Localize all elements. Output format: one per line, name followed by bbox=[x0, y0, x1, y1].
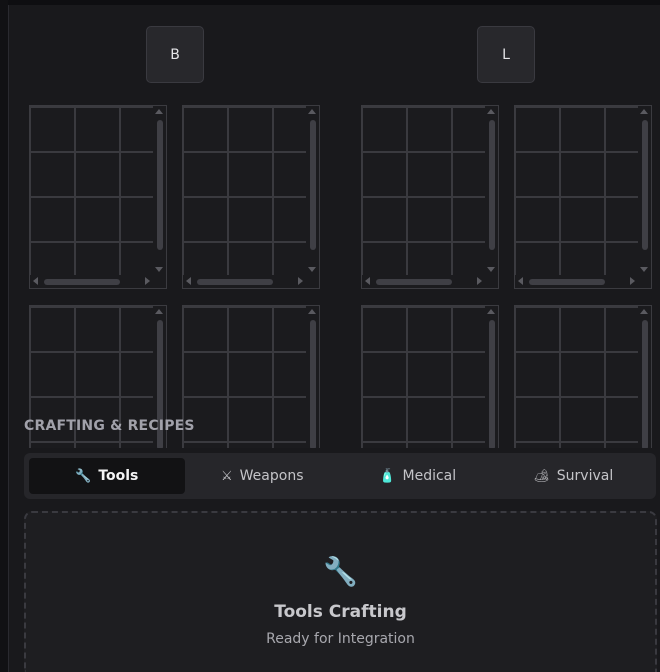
grid-cells[interactable] bbox=[362, 106, 485, 275]
vertical-scroll-thumb[interactable] bbox=[489, 320, 495, 450]
vertical-scroll-thumb[interactable] bbox=[157, 120, 163, 250]
horizontal-scroll-thumb[interactable] bbox=[529, 279, 605, 285]
grid-cells[interactable] bbox=[183, 106, 306, 275]
crossed-swords-icon: ⚔ bbox=[221, 468, 233, 484]
tab-medical[interactable]: 🧴 Medical bbox=[340, 458, 496, 494]
bag-button-b[interactable]: B bbox=[146, 26, 204, 83]
grid-cells[interactable] bbox=[515, 106, 638, 275]
inventory-grid[interactable] bbox=[182, 105, 320, 289]
grid-cells[interactable] bbox=[30, 106, 153, 275]
camping-icon: 🏕 bbox=[533, 468, 550, 484]
inventory-grid[interactable] bbox=[29, 105, 167, 289]
wrench-icon: 🔧 bbox=[323, 555, 358, 588]
crafting-tab-bar: 🔧 Tools ⚔ Weapons 🧴 Medical 🏕 Survival bbox=[24, 453, 656, 499]
tab-tools[interactable]: 🔧 Tools bbox=[29, 458, 185, 494]
scroll-down-arrow-icon[interactable] bbox=[308, 267, 316, 272]
panel-subtitle: Ready for Integration bbox=[266, 631, 415, 647]
horizontal-scroll-thumb[interactable] bbox=[197, 279, 273, 285]
scroll-up-arrow-icon[interactable] bbox=[487, 109, 495, 114]
left-rail bbox=[0, 0, 9, 672]
tab-label: Survival bbox=[556, 468, 614, 484]
top-bar bbox=[8, 0, 660, 5]
tab-label: Medical bbox=[402, 468, 457, 484]
bag-button-l[interactable]: L bbox=[477, 26, 535, 83]
scroll-down-arrow-icon[interactable] bbox=[487, 267, 495, 272]
inventory-grid[interactable] bbox=[514, 105, 652, 289]
scroll-right-arrow-icon[interactable] bbox=[477, 277, 482, 285]
vertical-scroll-thumb[interactable] bbox=[642, 320, 648, 450]
crafting-panel: 🔧 Tools Crafting Ready for Integration bbox=[24, 511, 657, 672]
horizontal-scroll-thumb[interactable] bbox=[376, 279, 452, 285]
wrench-icon: 🔧 bbox=[75, 468, 92, 484]
scroll-right-arrow-icon[interactable] bbox=[298, 277, 303, 285]
scroll-down-arrow-icon[interactable] bbox=[155, 267, 163, 272]
inventory-grid[interactable] bbox=[361, 105, 499, 289]
scroll-left-arrow-icon[interactable] bbox=[518, 277, 523, 285]
panel-title: Tools Crafting bbox=[274, 602, 407, 622]
tab-label: Tools bbox=[98, 468, 139, 484]
scroll-up-arrow-icon[interactable] bbox=[640, 109, 648, 114]
tab-label: Weapons bbox=[239, 468, 304, 484]
scroll-up-arrow-icon[interactable] bbox=[308, 109, 316, 114]
tab-survival[interactable]: 🏕 Survival bbox=[496, 458, 652, 494]
crafting-section-title: CRAFTING & RECIPES bbox=[24, 418, 195, 434]
scroll-up-arrow-icon[interactable] bbox=[308, 309, 316, 314]
scroll-up-arrow-icon[interactable] bbox=[155, 309, 163, 314]
scroll-up-arrow-icon[interactable] bbox=[155, 109, 163, 114]
horizontal-scroll-thumb[interactable] bbox=[44, 279, 120, 285]
scroll-left-arrow-icon[interactable] bbox=[365, 277, 370, 285]
scroll-right-arrow-icon[interactable] bbox=[145, 277, 150, 285]
vertical-scroll-thumb[interactable] bbox=[310, 120, 316, 250]
tab-weapons[interactable]: ⚔ Weapons bbox=[185, 458, 341, 494]
scroll-up-arrow-icon[interactable] bbox=[640, 309, 648, 314]
scroll-right-arrow-icon[interactable] bbox=[630, 277, 635, 285]
scroll-up-arrow-icon[interactable] bbox=[487, 309, 495, 314]
medical-bottle-icon: 🧴 bbox=[379, 468, 396, 484]
scroll-down-arrow-icon[interactable] bbox=[640, 267, 648, 272]
scroll-left-arrow-icon[interactable] bbox=[33, 277, 38, 285]
scroll-left-arrow-icon[interactable] bbox=[186, 277, 191, 285]
vertical-scroll-thumb[interactable] bbox=[489, 120, 495, 250]
vertical-scroll-thumb[interactable] bbox=[310, 320, 316, 450]
vertical-scroll-thumb[interactable] bbox=[642, 120, 648, 250]
